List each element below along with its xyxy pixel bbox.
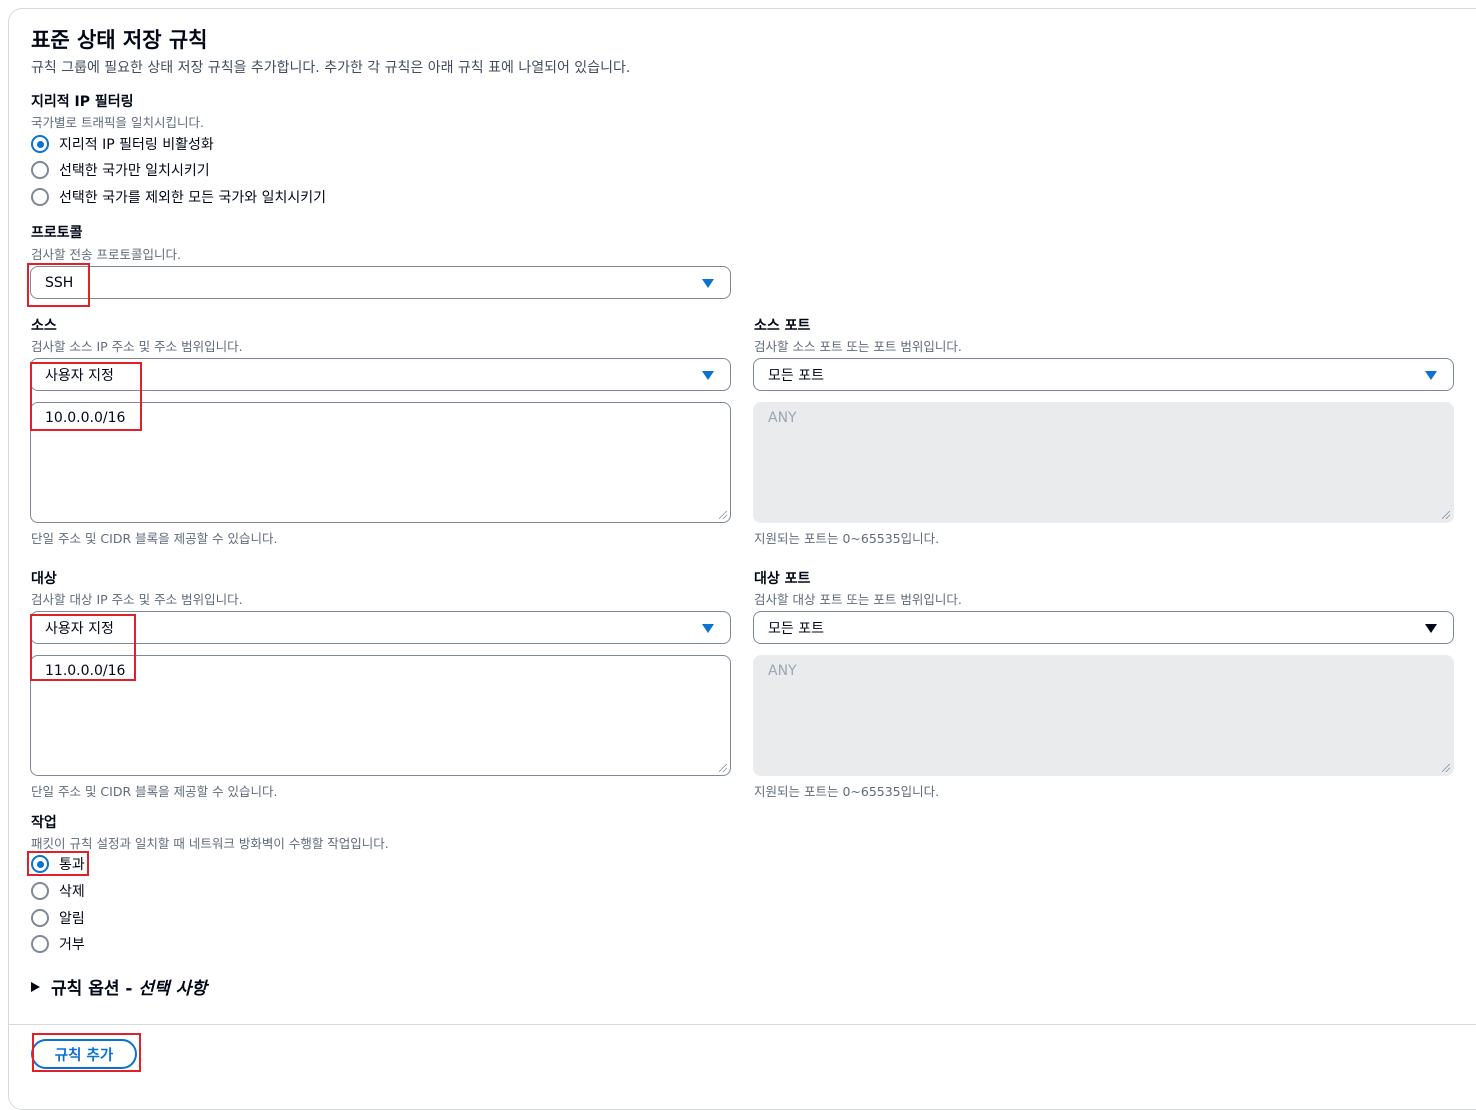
geo-option-exclude[interactable]: 선택한 국가를 제외한 모든 국가와 일치시키기 (31, 186, 326, 208)
source-textarea[interactable]: 10.0.0.0/16 (30, 402, 731, 523)
radio-label: 지리적 IP 필터링 비활성화 (59, 137, 214, 153)
source-text: 10.0.0.0/16 (45, 410, 126, 426)
geo-label: 지리적 IP 필터링 (31, 94, 134, 110)
source-port-sub: 검사할 소스 포트 또는 포트 범위입니다. (754, 339, 962, 354)
destination-label: 대상 (31, 571, 57, 587)
radio-unselected[interactable] (31, 909, 49, 927)
geo-option-disable[interactable]: 지리적 IP 필터링 비활성화 (31, 133, 214, 155)
destination-port-textarea: ANY (753, 655, 1454, 776)
caret-right-icon (31, 981, 40, 992)
action-option-reject[interactable]: 거부 (31, 933, 85, 955)
destination-port-hint: 지원되는 포트는 0~65535입니다. (754, 784, 940, 799)
source-port-label: 소스 포트 (754, 318, 811, 334)
protocol-value: SSH (45, 274, 74, 291)
rule-options-expander[interactable]: 규칙 옵션 - 선택 사항 (31, 974, 207, 999)
destination-port-select[interactable]: 모든 포트 (753, 611, 1454, 644)
caret-down-icon (1425, 371, 1437, 380)
caret-down-icon (1425, 624, 1437, 633)
rule-options-label: 규칙 옵션 - 선택 사항 (51, 979, 207, 999)
destination-hint: 단일 주소 및 CIDR 블록을 제공할 수 있습니다. (31, 784, 278, 799)
source-port-text: ANY (768, 410, 797, 426)
protocol-select[interactable]: SSH (30, 266, 731, 299)
destination-port-sub: 검사할 대상 포트 또는 포트 범위입니다. (754, 592, 962, 607)
destination-textarea[interactable]: 11.0.0.0/16 (30, 655, 731, 776)
resize-handle-icon (1442, 511, 1450, 519)
resize-handle-icon[interactable] (719, 511, 727, 519)
source-port-hint: 지원되는 포트는 0~65535입니다. (754, 531, 940, 546)
destination-sub: 검사할 대상 IP 주소 및 주소 범위입니다. (31, 592, 243, 607)
action-option-drop[interactable]: 삭제 (31, 880, 85, 902)
resize-handle-icon (1442, 764, 1450, 772)
add-rule-button[interactable]: 규칙 추가 (31, 1039, 137, 1069)
geo-sub: 국가별로 트래픽을 일치시킵니다. (31, 115, 204, 130)
radio-selected[interactable] (31, 855, 49, 873)
caret-down-icon (702, 624, 714, 633)
radio-unselected[interactable] (31, 161, 49, 179)
protocol-sub: 검사할 전송 프로토콜입니다. (31, 247, 181, 262)
action-sub: 패킷이 규칙 설정과 일치할 때 네트워크 방화벽이 수행할 작업입니다. (31, 836, 389, 851)
caret-down-icon (702, 279, 714, 288)
divider (8, 1024, 1476, 1025)
radio-label: 선택한 국가만 일치시키기 (59, 163, 210, 179)
radio-label: 통과 (59, 857, 85, 873)
radio-label: 알림 (59, 911, 85, 927)
destination-select[interactable]: 사용자 지정 (30, 611, 731, 644)
source-port-select-value: 모든 포트 (768, 367, 824, 384)
radio-label: 거부 (59, 937, 85, 953)
radio-label: 선택한 국가를 제외한 모든 국가와 일치시키기 (59, 190, 326, 206)
source-select-value: 사용자 지정 (45, 367, 114, 384)
section-title: 표준 상태 저장 규칙 (31, 28, 208, 52)
source-port-textarea: ANY (753, 402, 1454, 523)
source-label: 소스 (31, 318, 57, 334)
source-hint: 단일 주소 및 CIDR 블록을 제공할 수 있습니다. (31, 531, 278, 546)
action-option-alert[interactable]: 알림 (31, 907, 85, 929)
destination-text: 11.0.0.0/16 (45, 663, 126, 679)
action-label: 작업 (31, 815, 57, 831)
source-select[interactable]: 사용자 지정 (30, 358, 731, 391)
radio-label: 삭제 (59, 884, 85, 900)
destination-port-label: 대상 포트 (754, 571, 811, 587)
resize-handle-icon[interactable] (719, 764, 727, 772)
rule-panel (8, 8, 1476, 1110)
radio-unselected[interactable] (31, 188, 49, 206)
destination-port-select-value: 모든 포트 (768, 620, 824, 637)
radio-unselected[interactable] (31, 882, 49, 900)
action-option-pass[interactable]: 통과 (31, 853, 85, 875)
source-sub: 검사할 소스 IP 주소 및 주소 범위입니다. (31, 339, 243, 354)
protocol-label: 프로토콜 (31, 225, 83, 241)
radio-selected[interactable] (31, 135, 49, 153)
geo-option-include[interactable]: 선택한 국가만 일치시키기 (31, 159, 210, 181)
caret-down-icon (702, 371, 714, 380)
source-port-select[interactable]: 모든 포트 (753, 358, 1454, 391)
destination-port-text: ANY (768, 663, 797, 679)
section-description: 규칙 그룹에 필요한 상태 저장 규칙을 추가합니다. 추가한 각 규칙은 아래… (31, 60, 631, 76)
radio-unselected[interactable] (31, 935, 49, 953)
destination-select-value: 사용자 지정 (45, 620, 114, 637)
